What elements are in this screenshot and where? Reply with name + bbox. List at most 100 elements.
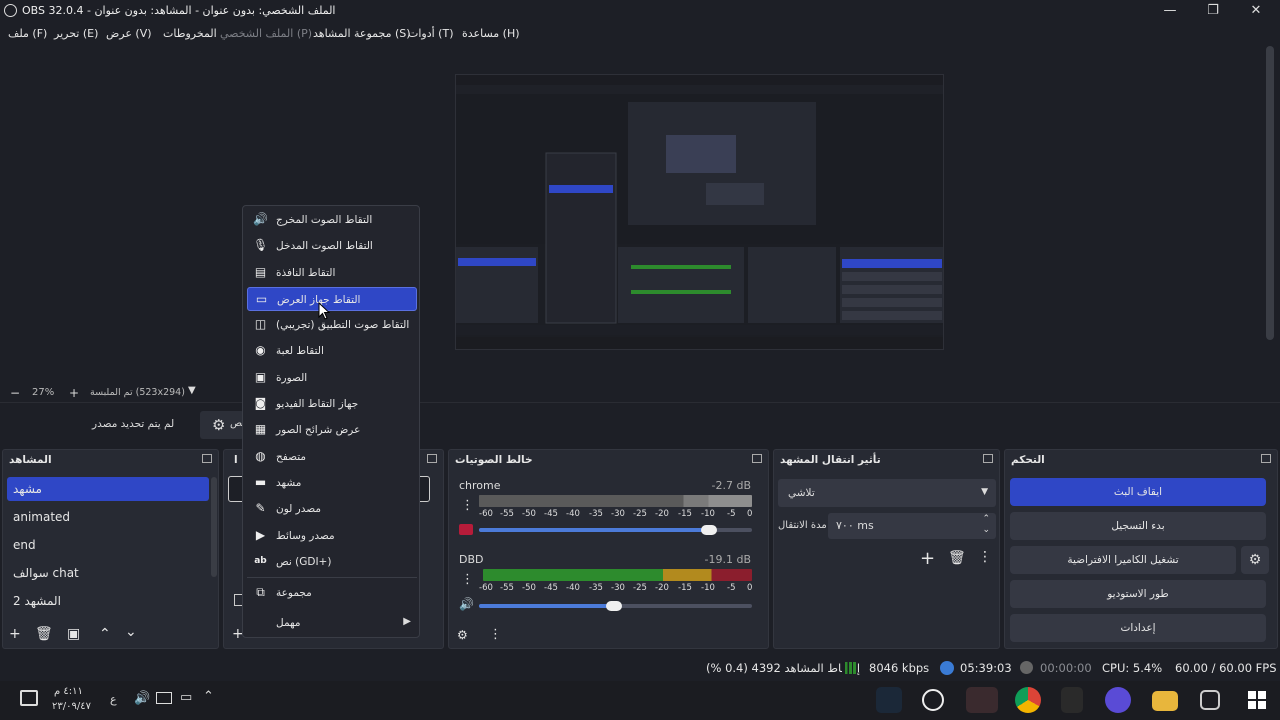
scene-filters-button[interactable]: ▣ (67, 626, 80, 642)
duration-input[interactable]: ٧٠٠ ms ⌃ ⌄ (828, 513, 996, 539)
zoom-in-button[interactable]: + (69, 386, 79, 400)
obs-taskbar-icon[interactable] (922, 689, 944, 711)
float-dock-icon[interactable] (752, 454, 762, 463)
menu-item-game-capture[interactable]: ◉ التقاط لعبة (247, 339, 417, 363)
remove-transition-button[interactable]: 🗑 (948, 550, 966, 566)
menu-item-display-capture[interactable]: ▭ التقاط جهاز العرض (247, 287, 417, 311)
kebab-menu-icon[interactable]: ⋮ (461, 498, 474, 513)
menu-docks[interactable]: المخروطات (163, 27, 217, 40)
move-down-button[interactable]: ⌄ (125, 624, 137, 640)
menu-item-deprecated[interactable]: مهمل ▶ (247, 611, 417, 635)
kebab-menu-icon[interactable]: ⋮ (489, 627, 502, 642)
settings-button[interactable]: إعدادات (1010, 614, 1266, 642)
transition-select[interactable]: تلاشي ▼ (778, 479, 996, 507)
start-recording-button[interactable]: بدء التسجيل (1010, 512, 1266, 540)
stop-streaming-button[interactable]: ايقاف البث (1010, 478, 1266, 506)
discord-icon[interactable] (1105, 687, 1131, 713)
scene-item[interactable]: سوالف chat (7, 561, 209, 585)
menu-item-slideshow[interactable]: ▦ عرض شرائح الصور (247, 418, 417, 442)
input-language[interactable]: ع (110, 693, 117, 706)
menu-item-video-capture[interactable]: ◙ جهاز التقاط الفيديو (247, 392, 417, 416)
properties-button[interactable]: ⚙ خصائص (200, 411, 244, 439)
start-virtual-camera-button[interactable]: تشغيل الكاميرا الافتراضية (1010, 546, 1236, 574)
zoom-out-button[interactable]: − (10, 386, 20, 400)
window-title: OBS 32.0.4 - الملف الشخصي: بدون عنوان - … (22, 4, 336, 17)
db-scale: -60 -55 -50 -45 -40 -35 -30 -25 -20 -15 -10 -5 0 (479, 509, 753, 519)
remove-scene-button[interactable]: 🗑 (35, 626, 53, 642)
float-dock-icon[interactable] (1261, 454, 1271, 463)
taskbar-time[interactable]: ٤:١١ م (54, 686, 83, 697)
menu-view[interactable]: عرض (V) (106, 27, 152, 40)
menu-tools[interactable]: أدوات (T) (408, 27, 454, 40)
transitions-dock: تأثير انتقال المشهد تلاشي ▼ مدة الانتقال… (773, 449, 1000, 649)
slideshow-icon: ▦ (254, 422, 267, 436)
menu-item-image[interactable]: ▣ الصورة (247, 366, 417, 390)
channel-name: DBD (459, 553, 484, 566)
taskbar-date[interactable]: ٢٣/٠٩/٤٧ (52, 701, 91, 712)
chevron-up-icon[interactable]: ⌃ (203, 689, 214, 704)
scenes-dock: المشاهد مشهد animated end سوالف chat الم… (2, 449, 219, 649)
menu-profile[interactable]: الملف الشخصي (P) (220, 27, 312, 40)
kebab-menu-icon[interactable]: ⋮ (978, 549, 992, 565)
scene-item[interactable]: المشهد 2 (7, 589, 209, 613)
menu-item-text[interactable]: ab نص (GDI+) (247, 550, 417, 574)
battery-icon[interactable]: ▭ (180, 690, 192, 705)
dropped-frames: إسقاط المشاهد 4392 (0.4 %) (706, 661, 861, 675)
menu-item-audio-output[interactable]: 🔊 التقاط الصوت المخرج (247, 208, 417, 232)
menu-item-color-source[interactable]: ✎ مصدر لون (247, 497, 417, 521)
restore-button[interactable]: ❐ (1201, 2, 1225, 20)
mixer-title: خالط الصوتيات (455, 454, 533, 466)
studio-mode-button[interactable]: طور الاستوديو (1010, 580, 1266, 608)
close-button[interactable]: ✕ (1244, 2, 1268, 20)
scenes-scrollbar[interactable] (211, 477, 217, 577)
chrome-icon[interactable] (1015, 687, 1041, 713)
preview-canvas[interactable] (455, 74, 944, 350)
chevron-down-icon[interactable]: ⌄ (982, 525, 990, 535)
float-dock-icon[interactable] (427, 454, 437, 463)
float-dock-icon[interactable] (983, 454, 993, 463)
scene-item[interactable]: animated (7, 505, 209, 529)
menu-edit[interactable]: تحرير (E) (54, 27, 98, 40)
move-up-button[interactable]: ⌃ (99, 626, 111, 642)
menu-item-app-audio[interactable]: ◫ التقاط صوت التطبيق (تجريبي) (247, 313, 417, 337)
obs-active-icon[interactable] (966, 687, 998, 713)
epic-games-icon[interactable] (1061, 687, 1083, 713)
preview-scrollbar[interactable] (1266, 46, 1274, 340)
float-dock-icon[interactable] (202, 454, 212, 463)
network-icon[interactable] (156, 692, 172, 704)
volume-slider[interactable] (479, 525, 752, 535)
menu-file[interactable]: ملف (F) (8, 27, 47, 40)
chevron-down-icon[interactable]: ▼ (188, 385, 196, 396)
add-scene-button[interactable]: + (9, 626, 21, 642)
scene-item[interactable]: مشهد (7, 477, 209, 501)
virtual-camera-settings-button[interactable]: ⚙ (1241, 546, 1269, 574)
menu-item-browser[interactable]: ◍ متصفح (247, 445, 417, 469)
speaker-icon[interactable]: 🔊 (459, 597, 474, 611)
menu-item-audio-input[interactable]: 🎙 التقاط الصوت المدخل (247, 234, 417, 258)
gear-icon[interactable]: ⚙ (457, 628, 468, 642)
steam-icon[interactable] (876, 687, 902, 713)
file-explorer-icon[interactable] (1152, 691, 1178, 711)
mouse-cursor-icon (318, 302, 330, 320)
kebab-menu-icon[interactable]: ⋮ (461, 572, 474, 587)
notification-icon[interactable] (20, 690, 38, 706)
windows-start-icon[interactable] (1248, 691, 1266, 709)
volume-slider[interactable] (479, 601, 752, 611)
chevron-up-icon[interactable]: ⌃ (982, 514, 990, 524)
add-transition-button[interactable]: + (920, 548, 935, 569)
scene-item[interactable]: end (7, 533, 209, 557)
microphone-icon: 🎙 (253, 238, 269, 252)
menu-item-scene[interactable]: ▬ مشهد (247, 471, 417, 495)
menu-item-group[interactable]: ⧉ مجموعة (247, 581, 417, 605)
muted-speaker-icon[interactable] (459, 524, 473, 535)
chevron-right-icon: ▶ (403, 616, 411, 627)
monitor-icon: ▭ (255, 292, 268, 306)
transitions-title: تأثير انتقال المشهد (780, 454, 881, 466)
menu-scene-collection[interactable]: مجموعة المشاهد (S) (313, 27, 411, 40)
volume-icon[interactable]: 🔊 (134, 691, 150, 706)
menu-help[interactable]: مساعدة (H) (462, 27, 520, 40)
menu-item-window-capture[interactable]: ▤ التقاط النافذة (247, 261, 417, 285)
menu-item-media-source[interactable]: ▶ مصدر وسائط (247, 524, 417, 548)
snipping-icon[interactable] (1200, 690, 1220, 710)
minimize-button[interactable]: — (1158, 2, 1182, 20)
